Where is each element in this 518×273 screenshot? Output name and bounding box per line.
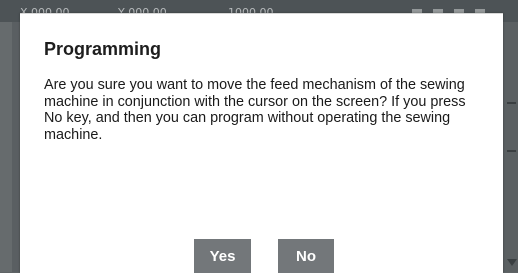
dialog-message: Are you sure you want to move the feed m… <box>44 77 466 143</box>
no-button[interactable]: No <box>278 239 334 273</box>
dialog-title: Programming <box>44 39 162 59</box>
programming-dialog: Programming Are you sure you want to mov… <box>20 13 503 273</box>
background-right-panel <box>505 22 518 272</box>
scroll-tick <box>507 102 516 104</box>
yes-button[interactable]: Yes <box>194 239 251 273</box>
background-left-panel <box>0 22 12 272</box>
chevron-down-icon <box>507 259 517 266</box>
scroll-tick <box>507 150 516 152</box>
